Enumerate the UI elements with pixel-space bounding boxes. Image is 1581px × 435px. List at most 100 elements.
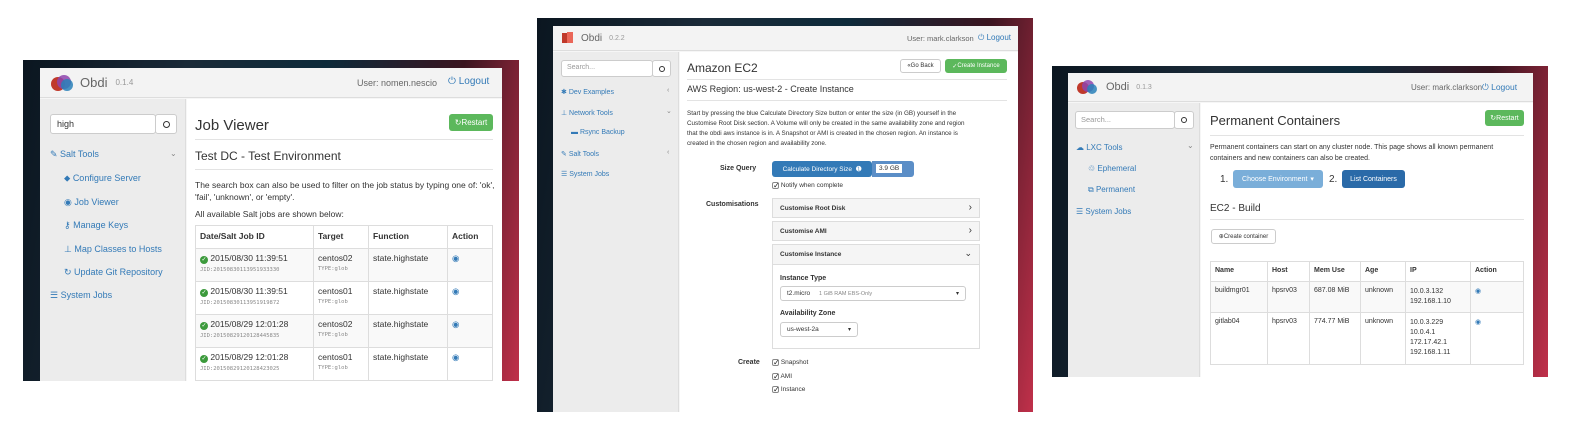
logout-link[interactable]: ⏻ Logout <box>448 76 489 87</box>
table-row[interactable]: buildmgr01 hpsrv03 687.08 MiB unknown 10… <box>1210 281 1524 313</box>
sidebar-item-salt-tools[interactable]: ✎ Salt Tools <box>50 149 99 160</box>
create-snapshot-checkbox[interactable]: Snapshot <box>772 358 809 367</box>
panel-customise-root-disk[interactable]: Customise Root Disk › <box>772 198 980 218</box>
search-input[interactable]: Search... <box>561 60 653 77</box>
checkbox-checked[interactable] <box>772 358 780 367</box>
description-line-2: 'fail', 'unknown', or 'empty'. <box>195 192 295 202</box>
screenshot-permanent-containers: Obdi 0.1.3 User: mark.clarkson ⏻ Logout … <box>1052 66 1548 377</box>
sidebar: Search... ☁ LXC Tools ⌄ ♲ Ephemeral ⧉ Pe… <box>1068 103 1200 377</box>
chevron-down-icon: ⌄ <box>964 248 972 258</box>
search-input[interactable]: high <box>50 114 156 134</box>
user-label: User: mark.clarkson <box>907 34 974 43</box>
view-eye-icon[interactable]: ◉ <box>452 286 459 296</box>
size-value: 3.9 GB <box>876 164 903 173</box>
table-row[interactable]: gitlab04 hpsrv03 774.77 MiB unknown 10.0… <box>1210 312 1524 365</box>
sidebar-item-lxc-tools[interactable]: ☁ LXC Tools <box>1076 143 1123 152</box>
sitemap-icon: ⊥ <box>64 244 75 254</box>
ok-status-icon: ✓ <box>200 355 208 363</box>
go-back-button[interactable]: « Go Back <box>900 59 941 73</box>
sidebar-item-manage-keys[interactable]: ⚷ Manage Keys <box>64 220 128 231</box>
section-title: EC2 - Build <box>1210 203 1261 214</box>
key-icon: ⚷ <box>64 220 74 230</box>
availability-zone-select[interactable]: us-west-2a ▾ <box>780 322 858 337</box>
panel-customise-ami[interactable]: Customise AMI › <box>772 221 980 241</box>
search-button[interactable] <box>1174 111 1194 129</box>
option-label: Snapshot <box>780 359 809 367</box>
table-row[interactable]: ✓ 2015/08/29 12:01:28 JID:201508291201284… <box>195 347 493 381</box>
obdi-logo-icon <box>561 31 575 45</box>
availability-zone-value: us-west-2a <box>787 326 819 333</box>
list-containers-button[interactable]: List Containers <box>1342 170 1405 188</box>
ok-status-icon: ✓ <box>200 322 208 330</box>
create-container-button[interactable]: ⊕ Create container <box>1211 229 1276 244</box>
table-row[interactable]: ✓ 2015/08/30 11:39:51 JID:201508301139519… <box>195 248 493 282</box>
column-header: Target <box>313 225 369 249</box>
view-eye-icon[interactable]: ◉ <box>452 319 459 329</box>
choose-environment-button[interactable]: Choose Environment ▾ <box>1233 170 1323 188</box>
create-ami-checkbox[interactable]: AMI <box>772 372 793 381</box>
view-eye-icon[interactable]: ◉ <box>1475 319 1481 326</box>
edit-icon: ✎ <box>561 151 569 158</box>
size-value-input[interactable]: 3.9 GB <box>872 161 914 177</box>
sidebar-item-salt-tools[interactable]: ✎ Salt Tools <box>561 150 599 158</box>
instance-type-desc: 1 GiB RAM EBS-Only <box>819 291 873 297</box>
checkbox-checked[interactable] <box>772 372 780 381</box>
main-content: Amazon EC2 « Go Back ✓ Create Instance A… <box>680 52 1018 412</box>
sidebar-item-ephemeral[interactable]: ♲ Ephemeral <box>1088 164 1136 173</box>
sidebar-item-permanent[interactable]: ⧉ Permanent <box>1088 185 1135 195</box>
checkbox-checked[interactable] <box>772 385 780 394</box>
divider <box>687 79 1007 80</box>
search-button[interactable] <box>155 114 177 134</box>
sidebar-item-configure-server[interactable]: ⬥ Configure Server <box>64 173 141 184</box>
search-button[interactable] <box>652 60 671 77</box>
sidebar-item-job-viewer[interactable]: ◉ Job Viewer <box>64 197 119 208</box>
create-instance-checkbox[interactable]: Instance <box>772 385 805 394</box>
sidebar-item-rsync-backup[interactable]: ▬ Rsync Backup <box>571 129 625 136</box>
search-input[interactable]: Search... <box>1075 111 1175 129</box>
app-version: 0.1.3 <box>1136 83 1152 91</box>
table-row[interactable]: ✓ 2015/08/30 11:39:51 JID:201508301139519… <box>195 281 493 315</box>
sidebar-item-map-classes[interactable]: ⊥ Map Classes to Hosts <box>64 244 162 255</box>
instance-type-select[interactable]: t2.micro 1 GiB RAM EBS-Only ▾ <box>780 286 966 301</box>
restart-button[interactable]: ↻ Restart <box>449 114 493 131</box>
cubes-icon: ⧉ <box>1088 185 1096 194</box>
option-label: AMI <box>780 373 793 381</box>
create-instance-button[interactable]: ✓ Create Instance <box>945 59 1007 73</box>
view-eye-icon[interactable]: ◉ <box>452 352 459 362</box>
divider <box>1210 219 1524 220</box>
caret-down-icon: ▾ <box>847 327 851 333</box>
sidebar-item-system-jobs[interactable]: ☰ System Jobs <box>1076 207 1131 216</box>
tag-icon: ⬥ <box>64 173 73 183</box>
job-id: JID:20150829120128423025 <box>200 366 280 372</box>
notify-checkbox[interactable]: Notify when complete <box>772 181 843 190</box>
logout-link[interactable]: ⏻ Logout <box>978 33 1011 43</box>
view-eye-icon[interactable]: ◉ <box>452 253 459 263</box>
chevron-right-icon: › <box>968 225 972 236</box>
panel-customise-instance[interactable]: Customise Instance ⌄ Instance Type t2.mi… <box>772 244 980 349</box>
create-label: Create <box>738 359 760 366</box>
restart-button[interactable]: ↻ Restart <box>1485 110 1524 126</box>
search-icon <box>162 120 170 128</box>
column-header: IP <box>1405 261 1471 282</box>
container-age: unknown <box>1360 312 1406 365</box>
sidebar-item-system-jobs[interactable]: ☰ System Jobs <box>561 170 609 178</box>
sidebar-item-update-git[interactable]: ↻ Update Git Repository <box>64 267 163 278</box>
sidebar-item-system-jobs[interactable]: ☰ System Jobs <box>50 290 112 301</box>
app-name: Obdi <box>80 75 108 90</box>
instance-type-label: Instance Type <box>780 275 827 282</box>
calculate-directory-size-button[interactable]: Calculate Directory Size ➊ <box>772 161 872 177</box>
divider <box>687 100 1007 101</box>
sidebar-item-dev-examples[interactable]: ✱ Dev Examples <box>561 88 614 96</box>
sidebar-item-network-tools[interactable]: ⊥ Network Tools <box>561 109 613 117</box>
checkbox-checked[interactable] <box>772 181 780 190</box>
table-row[interactable]: ✓ 2015/08/29 12:01:28 JID:201508291201284… <box>195 314 493 348</box>
page-title: Job Viewer <box>195 117 269 134</box>
job-type: TYPE:glob <box>318 299 348 305</box>
container-mem: 687.08 MiB <box>1309 281 1361 313</box>
logout-link[interactable]: ⏻ Logout <box>1482 82 1517 93</box>
search-icon <box>658 65 665 72</box>
view-eye-icon[interactable]: ◉ <box>1475 288 1481 295</box>
app-version: 0.1.4 <box>115 78 134 87</box>
navbar: Obdi 0.1.4 User: nomen.nescio ⏻ Logout <box>40 68 502 98</box>
job-target: centos02 <box>318 319 353 329</box>
